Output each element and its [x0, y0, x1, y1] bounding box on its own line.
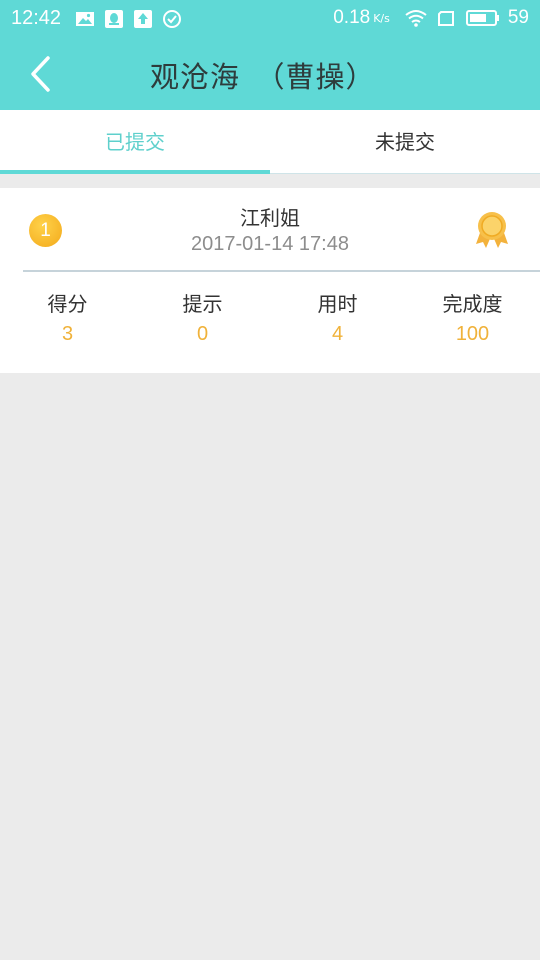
network-speed: 0.18 [333, 7, 371, 28]
network-speed-unit: K/s [373, 11, 390, 25]
submit-time: 2017-01-14 17:48 [191, 233, 349, 255]
stat-hints: 提示 0 [135, 292, 270, 346]
stat-label: 完成度 [442, 292, 503, 316]
stat-label: 用时 [317, 292, 358, 316]
stat-value: 3 [61, 323, 74, 345]
title-bar: 观沧海 （曹操） [0, 38, 540, 110]
card-divider [23, 270, 540, 272]
submission-card[interactable]: 1 江利姐 2017-01-14 17:48 得分 3 提示 0 用时 4 完成… [0, 188, 540, 373]
medal-icon [473, 210, 511, 252]
user-name: 江利姐 [240, 206, 300, 230]
stat-label: 提示 [182, 292, 223, 316]
status-time: 12:42 [11, 7, 62, 29]
stats-row: 得分 3 提示 0 用时 4 完成度 100 [0, 292, 540, 346]
sim-icon [437, 8, 457, 28]
tab-bar: 已提交 未提交 [0, 110, 540, 174]
stat-completion: 完成度 100 [405, 292, 540, 346]
battery-icon [465, 8, 500, 28]
stat-value: 100 [455, 323, 490, 345]
status-bar: 12:42 0.18 K/s 59 [0, 0, 540, 38]
qq-icon [104, 9, 124, 29]
tab-not-submitted[interactable]: 未提交 [270, 110, 540, 173]
battery-level: 59 [507, 7, 529, 28]
stat-value: 0 [196, 323, 209, 345]
tab-submitted[interactable]: 已提交 [0, 110, 270, 174]
chevron-left-icon [22, 56, 62, 100]
stat-label: 得分 [47, 292, 88, 316]
stat-time-used: 用时 4 [270, 292, 405, 346]
back-button[interactable] [22, 52, 62, 96]
status-right: 0.18 K/s 59 [333, 7, 529, 29]
app-header: 12:42 0.18 K/s 59 观沧海 （曹操） [0, 0, 540, 110]
status-left: 12:42 [11, 7, 191, 30]
upload-icon [133, 9, 153, 29]
page-title: 观沧海 （曹操） [150, 60, 376, 94]
stat-score: 得分 3 [0, 292, 135, 346]
stat-value: 4 [331, 323, 344, 345]
wifi-icon [404, 8, 428, 28]
image-icon [75, 9, 95, 29]
check-circle-icon [162, 9, 182, 29]
